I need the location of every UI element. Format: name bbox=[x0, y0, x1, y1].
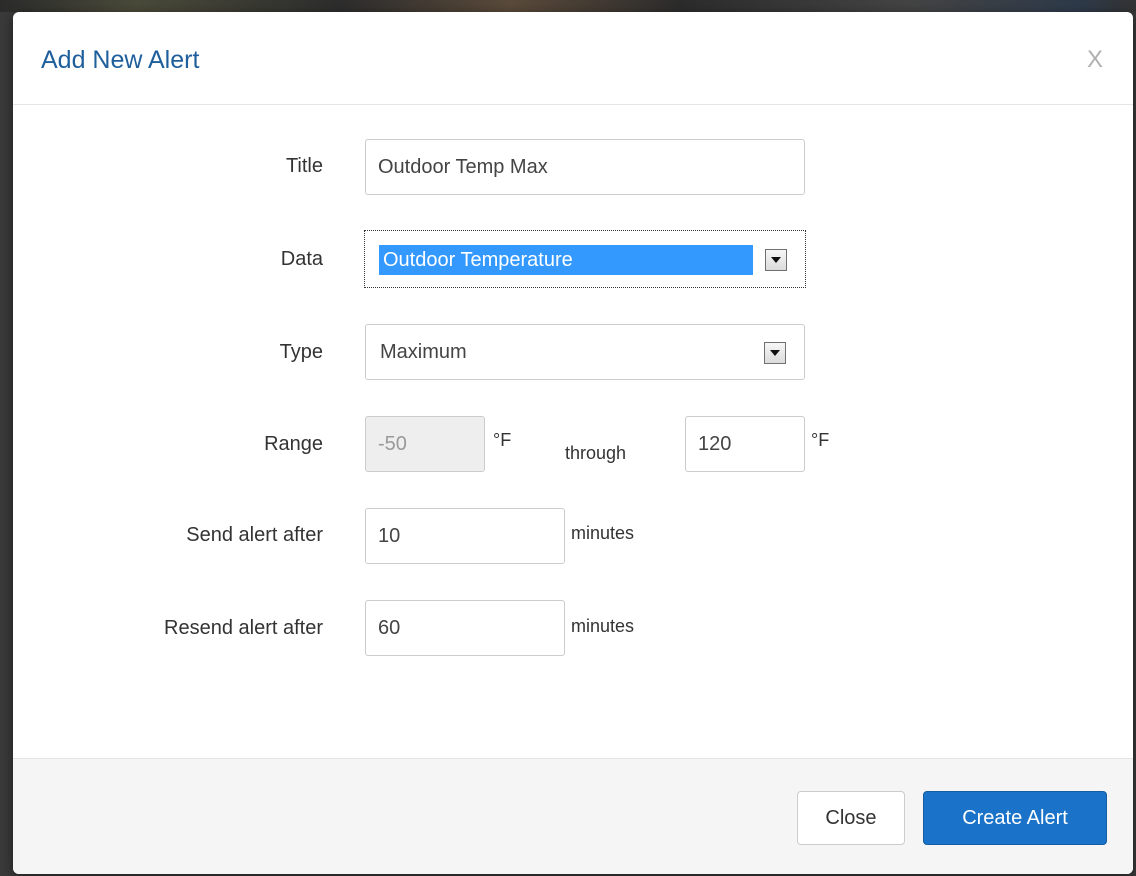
close-button[interactable]: Close bbox=[797, 791, 905, 845]
title-input-value: Outdoor Temp Max bbox=[378, 155, 548, 178]
modal-title: Add New Alert bbox=[41, 46, 200, 74]
send-after-value: 10 bbox=[378, 524, 401, 547]
page-backdrop bbox=[0, 0, 1136, 12]
send-after-input[interactable]: 10 bbox=[365, 508, 565, 564]
data-select-value: Outdoor Temperature bbox=[379, 245, 753, 275]
title-label: Title bbox=[285, 155, 323, 177]
data-select[interactable]: Outdoor Temperature bbox=[364, 230, 806, 288]
resend-after-value: 60 bbox=[378, 616, 401, 639]
add-alert-dialog: Add New Alert X Title Outdoor Temp Max D… bbox=[13, 12, 1133, 874]
modal-footer: Close Create Alert bbox=[13, 758, 1133, 874]
send-after-label: Send alert after bbox=[186, 524, 323, 546]
range-min-unit: °F bbox=[493, 430, 512, 450]
title-input[interactable]: Outdoor Temp Max bbox=[365, 139, 805, 195]
type-select[interactable]: Maximum bbox=[365, 324, 805, 380]
range-min-input[interactable]: -50 bbox=[365, 416, 485, 472]
modal-header: Add New Alert X bbox=[13, 12, 1133, 105]
chevron-down-icon[interactable] bbox=[765, 249, 787, 271]
range-max-unit: °F bbox=[811, 430, 830, 450]
type-select-value: Maximum bbox=[380, 340, 467, 363]
type-label: Type bbox=[279, 341, 323, 363]
range-max-input[interactable]: 120 bbox=[685, 416, 805, 472]
range-min-value: -50 bbox=[378, 432, 407, 455]
resend-after-label: Resend alert after bbox=[164, 617, 323, 639]
close-icon[interactable]: X bbox=[1087, 46, 1103, 74]
data-label: Data bbox=[280, 248, 323, 270]
resend-after-input[interactable]: 60 bbox=[365, 600, 565, 656]
create-alert-button[interactable]: Create Alert bbox=[923, 791, 1107, 845]
range-max-value: 120 bbox=[698, 432, 732, 455]
send-after-unit: minutes bbox=[571, 523, 635, 543]
range-through-label: through bbox=[565, 443, 627, 463]
range-label: Range bbox=[264, 433, 323, 455]
chevron-down-icon[interactable] bbox=[764, 342, 786, 364]
resend-after-unit: minutes bbox=[571, 616, 635, 636]
